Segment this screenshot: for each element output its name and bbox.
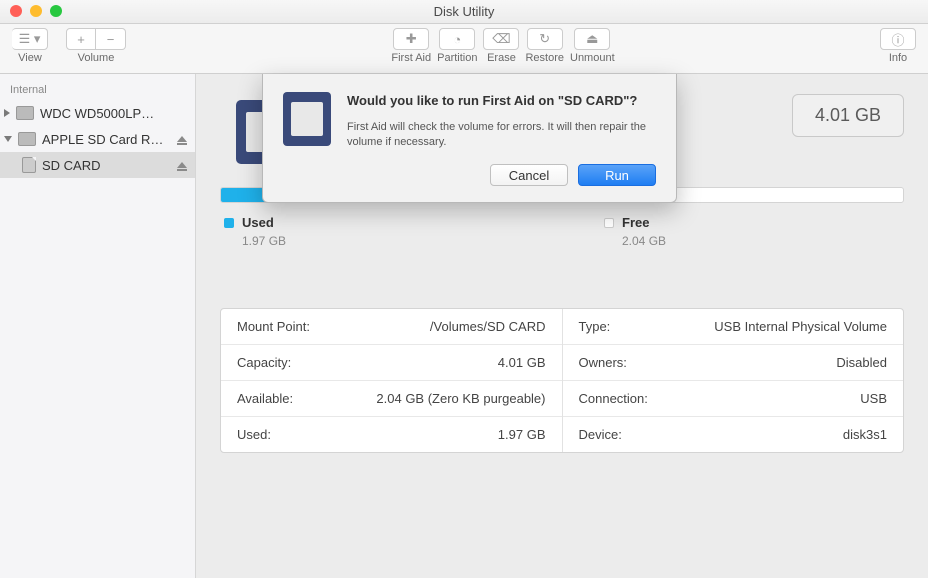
- unmount-label: Unmount: [570, 52, 615, 64]
- first-aid-icon: ✚: [406, 31, 417, 47]
- first-aid-group: ✚ First Aid: [391, 28, 431, 64]
- info-row: Connection: USB: [563, 381, 904, 417]
- swatch-free: [604, 218, 614, 228]
- disclosure-triangle-icon[interactable]: [4, 136, 12, 142]
- view-group: ☰ ▾ View: [12, 28, 48, 64]
- legend-free-value: 2.04 GB: [622, 234, 904, 248]
- dialog-title: Would you like to run First Aid on "SD C…: [347, 92, 656, 110]
- info-value: Disabled: [836, 355, 887, 370]
- info-label: Used:: [237, 427, 271, 442]
- disk-icon: [16, 106, 34, 120]
- info-label: Available:: [237, 391, 293, 406]
- eject-icon[interactable]: [177, 136, 187, 142]
- title-bar: Disk Utility: [0, 0, 928, 24]
- partition-label: Partition: [437, 52, 477, 64]
- volume-add-button[interactable]: +: [66, 28, 96, 50]
- restore-label: Restore: [525, 52, 564, 64]
- first-aid-button[interactable]: ✚: [393, 28, 429, 50]
- restore-button[interactable]: ↻: [527, 28, 563, 50]
- partition-group: ◔ Partition: [437, 28, 477, 64]
- info-row: Mount Point: /Volumes/SD CARD: [221, 309, 562, 345]
- swatch-used: [224, 218, 234, 228]
- info-label: Capacity:: [237, 355, 291, 370]
- legend-free: Free 2.04 GB: [604, 215, 904, 248]
- info-row: Device: disk3s1: [563, 417, 904, 452]
- volume-remove-button[interactable]: −: [96, 28, 126, 50]
- toolbar: ☰ ▾ View + − Volume ✚ First Aid ◔ Partit…: [0, 24, 928, 74]
- info-value: USB Internal Physical Volume: [714, 319, 887, 334]
- volume-group: + − Volume: [66, 28, 126, 64]
- sidebar-item-wdc[interactable]: WDC WD5000LP…: [0, 100, 195, 126]
- minimize-window-button[interactable]: [30, 5, 42, 17]
- info-value: 1.97 GB: [498, 427, 546, 442]
- info-value: 4.01 GB: [498, 355, 546, 370]
- sidebar-item-label: APPLE SD Card R…: [42, 132, 163, 147]
- info-icon: ⓘ: [892, 30, 905, 49]
- info-value: 2.04 GB (Zero KB purgeable): [376, 391, 545, 406]
- info-value: USB: [860, 391, 887, 406]
- info-row: Available: 2.04 GB (Zero KB purgeable): [221, 381, 562, 417]
- disk-icon: [18, 132, 36, 146]
- legend-used-label: Used: [242, 215, 274, 230]
- info-label: Mount Point:: [237, 319, 310, 334]
- info-button[interactable]: ⓘ: [880, 28, 916, 50]
- sidebar-item-label: SD CARD: [42, 158, 101, 173]
- erase-button[interactable]: ⌫: [483, 28, 519, 50]
- sd-card-icon: [283, 92, 331, 146]
- partition-icon: ◔: [453, 32, 461, 47]
- legend-used-value: 1.97 GB: [242, 234, 524, 248]
- restore-group: ↻ Restore: [525, 28, 564, 64]
- window-title: Disk Utility: [434, 4, 495, 19]
- eject-icon[interactable]: [177, 162, 187, 168]
- cancel-button[interactable]: Cancel: [490, 164, 568, 186]
- legend-free-label: Free: [622, 215, 649, 230]
- info-row: Owners: Disabled: [563, 345, 904, 381]
- window-controls: [10, 5, 62, 17]
- erase-group: ⌫ Erase: [483, 28, 519, 64]
- sidebar-icon: ☰ ▾: [19, 31, 41, 47]
- sidebar: Internal WDC WD5000LP… APPLE SD Card R… …: [0, 74, 196, 578]
- info-row: Used: 1.97 GB: [221, 417, 562, 452]
- info-table: Mount Point: /Volumes/SD CARD Capacity: …: [220, 308, 904, 453]
- partition-button[interactable]: ◔: [439, 28, 475, 50]
- sd-card-icon: [22, 157, 36, 173]
- usage-legend: Used 1.97 GB Free 2.04 GB: [220, 215, 904, 248]
- unmount-button[interactable]: ⏏: [574, 28, 610, 50]
- info-group: ⓘ Info: [880, 28, 916, 64]
- volume-label: Volume: [78, 52, 115, 64]
- sidebar-header: Internal: [0, 80, 195, 100]
- unmount-group: ⏏ Unmount: [570, 28, 615, 64]
- first-aid-dialog: Would you like to run First Aid on "SD C…: [262, 74, 677, 203]
- info-label: Connection:: [579, 391, 648, 406]
- info-row: Capacity: 4.01 GB: [221, 345, 562, 381]
- sidebar-item-label: WDC WD5000LP…: [40, 106, 154, 121]
- disclosure-triangle-icon[interactable]: [4, 109, 10, 117]
- sidebar-item-apple-sd-reader[interactable]: APPLE SD Card R…: [0, 126, 195, 152]
- info-col-left: Mount Point: /Volumes/SD CARD Capacity: …: [221, 309, 563, 452]
- view-button[interactable]: ☰ ▾: [12, 28, 48, 50]
- info-label: Device:: [579, 427, 622, 442]
- run-button[interactable]: Run: [578, 164, 656, 186]
- info-value: disk3s1: [843, 427, 887, 442]
- info-row: Type: USB Internal Physical Volume: [563, 309, 904, 345]
- first-aid-label: First Aid: [391, 52, 431, 64]
- info-label: Owners:: [579, 355, 627, 370]
- zoom-window-button[interactable]: [50, 5, 62, 17]
- volume-remove-icon: −: [107, 32, 115, 47]
- close-window-button[interactable]: [10, 5, 22, 17]
- info-label: Type:: [579, 319, 611, 334]
- volume-add-icon: +: [77, 32, 85, 47]
- info-label: Info: [889, 52, 907, 64]
- capacity-badge: 4.01 GB: [792, 94, 904, 137]
- sidebar-item-sd-card[interactable]: SD CARD: [0, 152, 195, 178]
- dialog-description: First Aid will check the volume for erro…: [347, 120, 656, 151]
- unmount-icon: ⏏: [586, 31, 598, 47]
- view-label: View: [18, 52, 42, 64]
- restore-icon: ↻: [539, 31, 550, 47]
- erase-label: Erase: [487, 52, 516, 64]
- info-value: /Volumes/SD CARD: [430, 319, 546, 334]
- info-col-right: Type: USB Internal Physical Volume Owner…: [563, 309, 904, 452]
- erase-icon: ⌫: [492, 31, 510, 47]
- legend-used: Used 1.97 GB: [224, 215, 524, 248]
